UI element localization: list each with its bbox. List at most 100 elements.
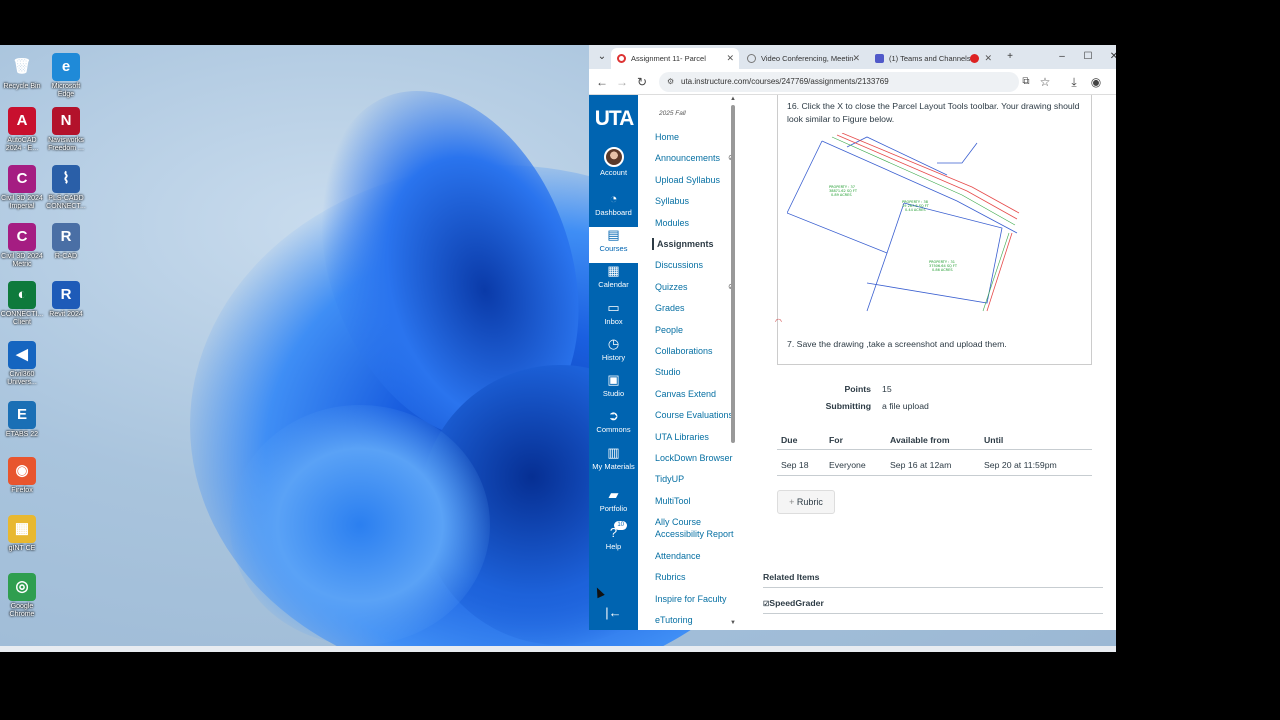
course-nav-people[interactable]: People xyxy=(655,324,683,336)
course-nav-etutoring[interactable]: eTutoring xyxy=(655,614,693,626)
desktop-icon[interactable]: N Navisworks Freedom ... xyxy=(38,107,94,153)
global-nav-commons[interactable]: ➲ Commons xyxy=(589,408,638,444)
close-icon[interactable]: ✕ xyxy=(852,48,860,69)
canvas-favicon-icon xyxy=(617,54,626,63)
parcel-figure-image: PROPERTY : 37 38871.62 SQ FT 0.89 ACRES … xyxy=(787,133,1020,312)
course-nav-modules[interactable]: Modules xyxy=(655,217,689,229)
desktop-icon-label: Navisworks Freedom ... xyxy=(48,137,84,152)
course-nav-tidyup[interactable]: TidyUP xyxy=(655,473,684,485)
global-nav-label: History xyxy=(601,353,626,362)
url-text: uta.instructure.com/courses/247769/assig… xyxy=(681,77,889,86)
window-close-icon[interactable]: ✕ xyxy=(1101,45,1116,69)
desktop-icon[interactable]: E ETABS 22 xyxy=(0,401,50,439)
desktop-icon[interactable]: e Microsoft Edge xyxy=(38,53,94,99)
install-icon[interactable]: ⧉ xyxy=(1017,73,1035,91)
global-nav-dashboard[interactable]: ◔ Dashboard xyxy=(589,191,638,227)
bookmark-star-icon[interactable]: ☆ xyxy=(1036,73,1054,91)
scroll-up-icon[interactable]: ▲ xyxy=(730,96,736,102)
tab-assignment[interactable]: Assignment 11- Parcel ✕ xyxy=(611,48,739,69)
tab-video-conferencing[interactable]: Video Conferencing, Meetin ✕ xyxy=(741,48,865,69)
course-nav-quizzes[interactable]: Quizzes xyxy=(655,281,688,293)
course-nav-assignments[interactable]: Assignments xyxy=(652,238,714,250)
desktop-icon[interactable]: ◎ Google Chrome xyxy=(0,573,50,619)
desktop-icon[interactable]: ▦ gINT CE xyxy=(0,515,50,553)
site-info-icon[interactable]: ⚙ xyxy=(667,72,674,92)
global-nav-calendar[interactable]: ▦ Calendar xyxy=(589,263,638,299)
back-icon[interactable]: ← xyxy=(593,73,611,91)
screen: 🗑 Recycle Bin e Microsoft Edge A AutoCAD 2024… xyxy=(0,0,1280,720)
app-icon: N xyxy=(52,107,80,135)
profile-icon[interactable]: ◉ xyxy=(1087,73,1105,91)
rubric-button[interactable]: + Rubric xyxy=(777,490,835,514)
global-nav-label: Commons xyxy=(596,425,631,434)
app-icon: ▦ xyxy=(8,515,36,543)
app-icon: R xyxy=(52,281,80,309)
recording-icon xyxy=(970,54,979,63)
help-badge: 10 xyxy=(614,521,627,530)
close-icon[interactable]: ✕ xyxy=(726,48,734,69)
speedgrader-link[interactable]: ☑SpeedGrader xyxy=(763,598,824,608)
calendar-icon: ▦ xyxy=(607,263,620,278)
submitting-value: a file upload xyxy=(882,401,929,411)
course-nav-scrollbar[interactable] xyxy=(731,105,735,443)
inbox-icon: ▭ xyxy=(607,300,620,315)
course-nav-home[interactable]: Home xyxy=(655,131,679,143)
global-nav-portfolio[interactable]: ▰ Portfolio xyxy=(589,487,638,523)
tab-bar: ⌄ Assignment 11- Parcel ✕ Video Conferen… xyxy=(589,45,1116,69)
global-nav-label: Portfolio xyxy=(599,504,628,513)
course-nav-discussions[interactable]: Discussions xyxy=(655,259,703,271)
course-nav-studio[interactable]: Studio xyxy=(655,366,681,378)
global-nav-label: My Materials xyxy=(592,462,635,471)
global-nav-history[interactable]: ◷ History xyxy=(589,336,638,372)
global-nav-courses[interactable]: ▤ Courses xyxy=(589,227,638,263)
reload-icon[interactable]: ↻ xyxy=(633,73,651,91)
speedgrader-label: SpeedGrader xyxy=(769,598,824,608)
desktop-icon[interactable]: ◀ Civil360 Univers... xyxy=(0,341,50,387)
url-field[interactable]: ⚙ uta.instructure.com/courses/247769/ass… xyxy=(659,72,1019,92)
course-nav-course-evaluations[interactable]: Course Evaluations xyxy=(655,409,733,421)
desktop-icon[interactable]: ⌇ PLS-CADD CONNECT... xyxy=(38,165,94,211)
global-nav-account[interactable]: Account xyxy=(589,147,638,183)
course-nav-rubrics[interactable]: Rubrics xyxy=(655,571,686,583)
course-nav-grades[interactable]: Grades xyxy=(655,302,685,314)
course-nav-uta-libraries[interactable]: UTA Libraries xyxy=(655,431,709,443)
course-term: 2025 Fall xyxy=(659,110,686,117)
course-nav-lockdown-browser[interactable]: LockDown Browser xyxy=(655,452,733,464)
collapse-nav-icon[interactable]: |← xyxy=(589,605,638,625)
course-nav-canvas-extend[interactable]: Canvas Extend xyxy=(655,388,716,400)
desktop-icon-label: Microsoft Edge xyxy=(51,83,81,98)
global-nav-my-materials[interactable]: ▥ My Materials xyxy=(589,445,638,481)
app-icon: ◐ xyxy=(8,281,36,309)
course-nav-upload-syllabus[interactable]: Upload Syllabus xyxy=(655,174,720,186)
desktop-icon-label: PLS-CADD CONNECT... xyxy=(46,195,86,210)
global-nav-inbox[interactable]: ▭ Inbox xyxy=(589,300,638,336)
download-icon[interactable]: ⤓ xyxy=(1065,73,1083,91)
uta-logo[interactable]: UTA xyxy=(592,107,636,131)
step-7-text: 7. Save the drawing ,take a screenshot a… xyxy=(787,339,1007,349)
assignment-content: 16. Click the X to close the Parcel Layo… xyxy=(750,95,1116,630)
desktop-icon[interactable]: R Revit 2024 xyxy=(38,281,94,319)
for-header: For xyxy=(829,435,843,445)
course-nav-collaborations[interactable]: Collaborations xyxy=(655,345,713,357)
new-tab-icon[interactable]: + xyxy=(997,45,1023,69)
maximize-icon[interactable]: ☐ xyxy=(1075,45,1101,69)
desktop-icon-label: Google Chrome xyxy=(9,603,35,618)
tab-teams[interactable]: (1) Teams and Channels ✕ xyxy=(869,48,997,69)
desktop-icon[interactable]: ◉ Firefox xyxy=(0,457,50,495)
browser-window: ⌄ Assignment 11- Parcel ✕ Video Conferen… xyxy=(589,45,1116,630)
forward-icon[interactable]: → xyxy=(613,73,631,91)
close-icon[interactable]: ✕ xyxy=(984,48,992,69)
desktop-icon[interactable]: R R-CAD xyxy=(38,223,94,261)
minimize-icon[interactable]: – xyxy=(1049,45,1075,69)
course-nav-multitool[interactable]: MultiTool xyxy=(655,495,691,507)
scroll-down-icon[interactable]: ▼ xyxy=(730,620,736,626)
course-nav-announcements[interactable]: Announcements xyxy=(655,152,720,164)
course-nav-attendance[interactable]: Attendance xyxy=(655,550,701,562)
course-nav-syllabus[interactable]: Syllabus xyxy=(655,195,689,207)
course-nav-ally-course-accessibility-report[interactable]: Ally Course Accessibility Report xyxy=(655,516,734,540)
course-nav-inspire-for-faculty[interactable]: Inspire for Faculty xyxy=(655,593,727,605)
global-nav-help[interactable]: ? 10 Help xyxy=(589,521,638,561)
plus-icon: + xyxy=(789,497,797,507)
app-icon: e xyxy=(52,53,80,81)
global-nav-studio[interactable]: ▣ Studio xyxy=(589,372,638,408)
